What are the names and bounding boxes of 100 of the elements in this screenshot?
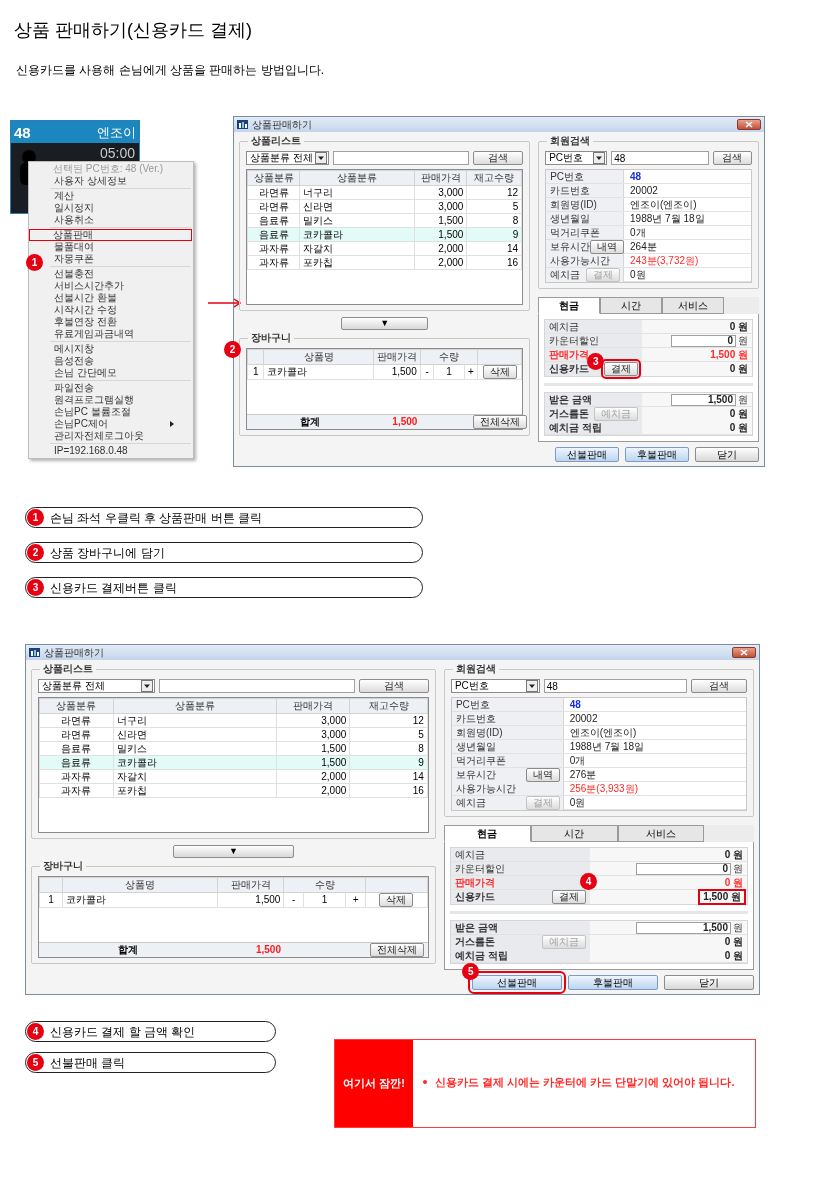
table-cell: 너구리 — [299, 185, 415, 200]
pay-button[interactable]: 결제 — [552, 890, 587, 904]
menu-item[interactable]: 유료게임과금내역 — [50, 328, 191, 340]
field-label: PC번호 — [550, 171, 585, 182]
amount-value: 0 원 — [729, 422, 748, 433]
action-button[interactable]: 선불판매 — [554, 447, 619, 462]
search-button[interactable]: 검색 — [473, 151, 524, 165]
caret-icon — [315, 152, 328, 164]
caret-icon — [593, 152, 606, 164]
delete-button[interactable]: 삭제 — [482, 365, 517, 379]
search-field[interactable] — [333, 151, 470, 165]
quantity-field[interactable]: 1 — [303, 892, 346, 908]
detail-button[interactable]: 내역 — [590, 240, 625, 254]
column-header: 수량 — [420, 349, 478, 365]
decrease-button[interactable]: - — [283, 892, 304, 908]
action-button[interactable]: 후불판매 — [568, 975, 659, 990]
column-header: 상품명 — [62, 877, 218, 893]
field-label: 받은 금액 — [549, 394, 592, 405]
search-button[interactable]: 검색 — [690, 679, 747, 693]
table-cell: 코카콜라 — [113, 755, 277, 770]
amount-field[interactable]: 1,500 — [636, 921, 731, 934]
action-button[interactable]: 닫기 — [694, 447, 759, 462]
detail-button[interactable]: 내역 — [525, 768, 560, 782]
column-header: 상품분류 — [39, 698, 114, 714]
field-label: 카운터할인 — [454, 863, 505, 874]
field-label: 예치금 — [549, 321, 580, 332]
column-header: 상품명 — [263, 349, 374, 365]
action-button[interactable]: 닫기 — [664, 975, 754, 990]
clear-all-button[interactable]: 전체삭제 — [473, 415, 528, 429]
search-field[interactable]: 48 — [611, 151, 709, 165]
amount-field[interactable]: 0 — [670, 334, 736, 347]
menu-item[interactable]: 손님 간단메모 — [50, 367, 191, 379]
field-value: 264분 — [630, 242, 657, 252]
table-cell: 코카콜라 — [62, 892, 218, 908]
search-button[interactable]: 검색 — [712, 151, 752, 165]
table-cell: 14 — [466, 241, 522, 256]
menu-item[interactable]: 선불충전 — [50, 268, 191, 280]
increase-button[interactable]: + — [464, 364, 478, 380]
menu-item[interactable]: 원격프로그램실행 — [50, 394, 191, 406]
action-button[interactable]: 후불판매 — [624, 447, 689, 462]
tab[interactable]: 현금 — [443, 825, 531, 842]
tab[interactable]: 서비스 — [661, 297, 724, 314]
tab[interactable]: 서비스 — [617, 825, 705, 842]
clear-all-button[interactable]: 전체삭제 — [369, 943, 424, 957]
search-button[interactable]: 검색 — [358, 679, 429, 693]
field-label: 생년월일 — [550, 213, 591, 224]
menu-item[interactable]: IP=192.168.0.48 — [50, 445, 191, 457]
menu-item[interactable]: 선불시간 환불 — [50, 292, 191, 304]
dropdown[interactable]: PC번호 — [450, 679, 540, 693]
search-field[interactable] — [159, 679, 355, 693]
dropdown[interactable]: 상품분류 전체 — [246, 151, 330, 165]
menu-item[interactable]: 손님PC제어 — [50, 418, 191, 430]
field-value: 256분(3,933원) — [569, 783, 638, 794]
dropdown[interactable]: 상품분류 전체 — [38, 679, 156, 693]
menu-item[interactable]: 메시지창 — [50, 343, 191, 355]
menu-item[interactable]: 시작시간 수정 — [50, 304, 191, 316]
table-cell: 9 — [466, 227, 522, 242]
quantity-field[interactable]: 1 — [433, 364, 465, 380]
group-legend: 상품리스트 — [40, 663, 96, 675]
amount-value: 0 원 — [724, 849, 743, 860]
table-cell: 1,500 — [276, 755, 350, 770]
field-label: 예치금 적립 — [454, 950, 508, 961]
close-button[interactable] — [732, 647, 756, 658]
close-button[interactable] — [737, 119, 761, 130]
dropdown[interactable]: PC번호 — [545, 151, 608, 165]
window-title: 상품판매하기 — [252, 119, 312, 130]
menu-item[interactable]: 상품판매 — [29, 229, 192, 241]
delete-button[interactable]: 삭제 — [379, 893, 414, 907]
amount-field[interactable]: 0 — [636, 862, 731, 875]
decrease-button[interactable]: - — [420, 364, 434, 380]
amount-field[interactable]: 1,500 — [670, 393, 736, 406]
menu-item[interactable]: 후불연장 전환 — [50, 316, 191, 328]
step-text: 신용카드 결제 할 금액 확인 — [50, 1025, 196, 1038]
move-down-button[interactable]: ▼ — [172, 845, 295, 858]
menu-item[interactable]: 손님PC 볼륨조절 — [50, 406, 191, 418]
table-cell: 16 — [349, 783, 428, 798]
table-cell: 음료류 — [247, 227, 300, 242]
menu-item[interactable]: 음성전송 — [50, 355, 191, 367]
tab[interactable]: 시간 — [530, 825, 618, 842]
menu-item[interactable]: 사용취소 — [50, 214, 191, 226]
table-cell: 음료류 — [39, 755, 114, 770]
menu-item[interactable]: 서비스시간추가 — [50, 280, 191, 292]
table-cell: 1,500 — [373, 364, 421, 380]
amount-value: 0 원 — [729, 409, 748, 419]
app-icon — [29, 648, 40, 657]
menu-item[interactable]: 파일전송 — [50, 382, 191, 394]
group-legend: 장바구니 — [248, 332, 294, 344]
move-down-button[interactable]: ▼ — [340, 317, 429, 330]
menu-item[interactable]: 관리자전체로그아웃 — [50, 430, 191, 442]
table-cell: 자갈치 — [299, 241, 415, 256]
table-cell: 과자류 — [39, 783, 114, 798]
tab[interactable]: 현금 — [538, 297, 600, 314]
pay-button[interactable]: 결제 — [604, 362, 639, 376]
menu-item[interactable]: 물품대여 — [50, 241, 191, 253]
search-field[interactable]: 48 — [543, 679, 687, 693]
increase-button[interactable]: + — [345, 892, 366, 908]
field-value: 243분(3,732원) — [630, 255, 699, 266]
field-label: 판매가격 — [549, 349, 590, 360]
tab[interactable]: 시간 — [600, 297, 662, 314]
menu-item[interactable]: 자몽쿠폰 — [50, 253, 191, 265]
